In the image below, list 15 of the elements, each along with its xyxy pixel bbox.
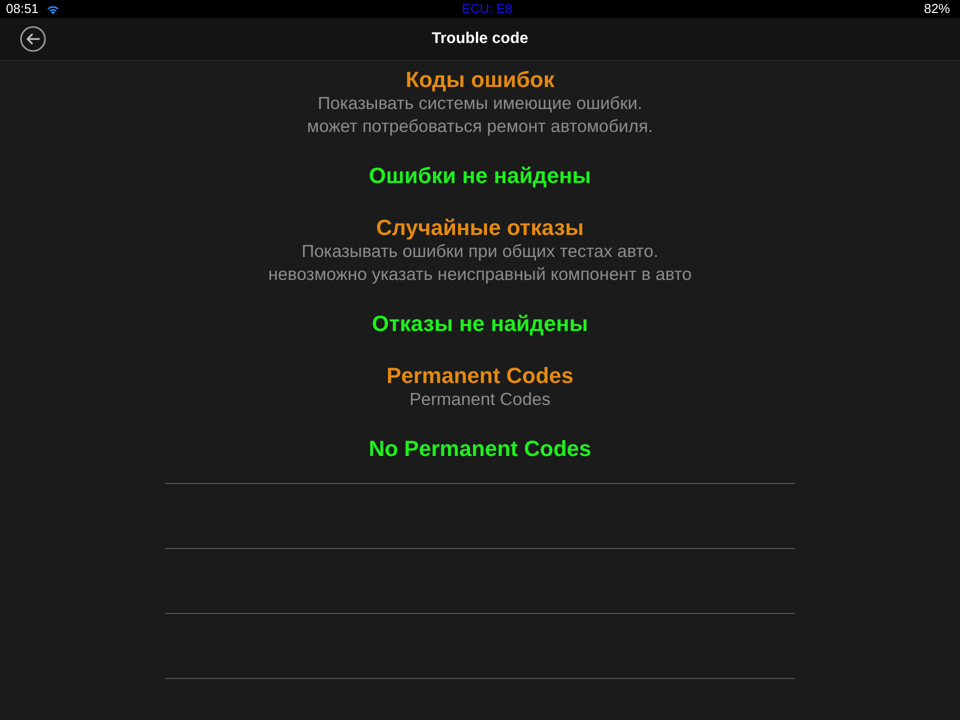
- back-icon[interactable]: [20, 26, 46, 52]
- screen-title: Trouble code: [432, 29, 528, 49]
- status-message: Отказы не найдены: [372, 311, 588, 337]
- ecu-label: ECU: E8: [460, 1, 512, 17]
- battery-percent: 82%: [924, 1, 950, 17]
- section-title: Коды ошибок: [406, 67, 554, 92]
- status-message: No Permanent Codes: [368, 436, 592, 462]
- status-message: Ошибки не найдены: [368, 163, 592, 189]
- wifi-icon: [46, 4, 60, 14]
- section-title: Случайные отказы: [376, 215, 584, 240]
- section-description: Показывать системы имеющие ошибки. может потребоваться ремонт автомобиля.: [307, 92, 653, 138]
- section-title: Permanent Codes: [386, 363, 574, 388]
- section-description: Permanent Codes: [409, 388, 551, 411]
- status-time: 08:51: [6, 1, 39, 17]
- section-description: Показывать ошибки при общих тестах авто. невозможно указать неисправный компонент в авто: [268, 240, 692, 286]
